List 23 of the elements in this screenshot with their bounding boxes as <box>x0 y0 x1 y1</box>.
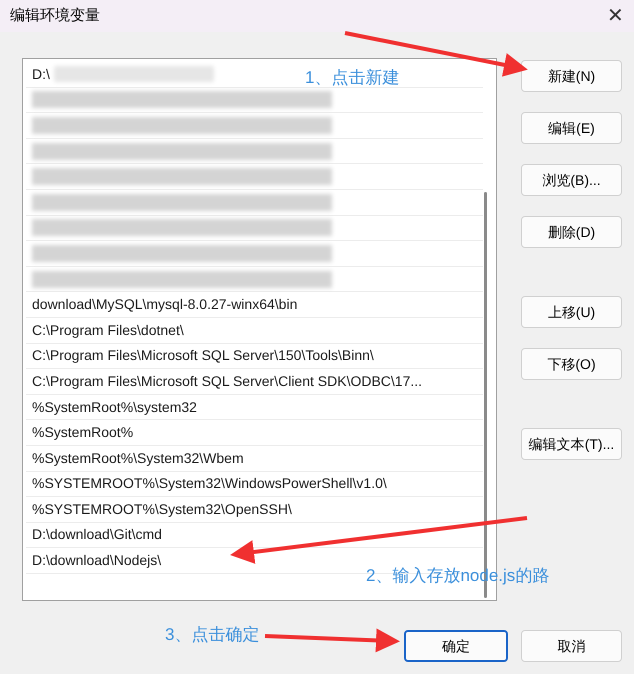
path-item[interactable]: %SYSTEMROOT%\System32\OpenSSH\ <box>26 497 483 523</box>
path-item[interactable]: C:\Program Files\dotnet\ <box>26 318 483 344</box>
path-item[interactable]: C:\Program Files\Microsoft SQL Server\150\Tools\Binn\ <box>26 344 483 370</box>
annotation-text: 1、点击新建 <box>305 67 400 89</box>
close-button[interactable]: ✕ <box>603 1 628 31</box>
side-button[interactable]: 编辑文本(T)... <box>521 428 622 460</box>
side-button[interactable]: 编辑(E) <box>521 112 622 144</box>
path-item[interactable]: %SYSTEMROOT%\System32\WindowsPowerShell\v1.0\ <box>26 472 483 498</box>
side-button[interactable]: 浏览(B)... <box>521 164 622 196</box>
window-title: 编辑环境变量 <box>10 6 100 26</box>
side-button[interactable]: 下移(O) <box>521 348 622 380</box>
path-item[interactable]: %SystemRoot%\system32 <box>26 394 483 420</box>
side-button[interactable]: 上移(U) <box>521 296 622 328</box>
side-button[interactable]: 删除(D) <box>521 216 622 248</box>
path-item[interactable]: D:\download\Git\cmd <box>26 522 483 548</box>
cancel-button[interactable]: 取消 <box>521 630 622 662</box>
ok-button[interactable]: 确定 <box>404 630 508 662</box>
annotation-text: 3、点击确定 <box>165 624 260 646</box>
path-item[interactable]: download\MySQL\mysql-8.0.27-winx64\bin <box>26 292 483 318</box>
path-item[interactable]: %SystemRoot% <box>26 420 483 446</box>
path-item[interactable]: C:\Program Files\Microsoft SQL Server\Client SDK\ODBC\17... <box>26 369 483 395</box>
path-item[interactable]: %SystemRoot%\System32\Wbem <box>26 446 483 472</box>
side-button[interactable]: 新建(N) <box>521 60 622 92</box>
